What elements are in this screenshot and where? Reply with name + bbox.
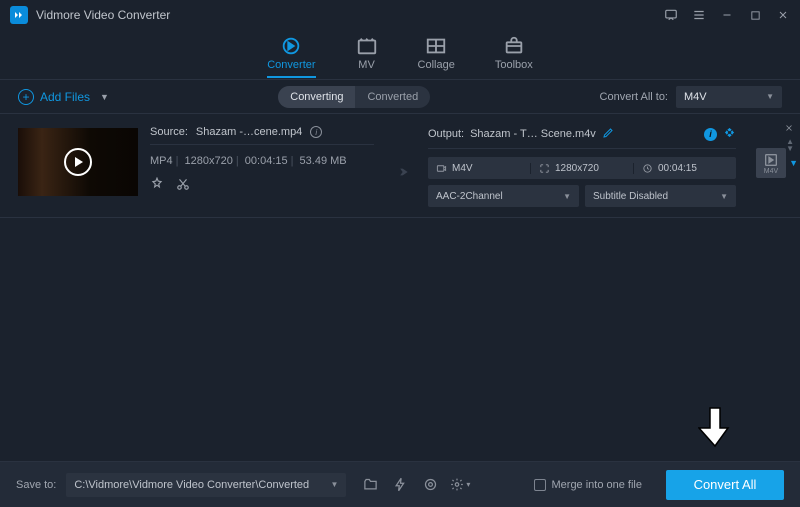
- source-label: Source:: [150, 126, 188, 138]
- tab-label: Collage: [418, 59, 455, 71]
- converter-icon: [280, 35, 302, 57]
- output-selects: AAC-2Channel ▼ Subtitle Disabled ▼: [428, 185, 736, 207]
- toolbox-icon: [503, 35, 525, 57]
- remove-item-icon[interactable]: [784, 122, 794, 136]
- close-icon[interactable]: [776, 8, 790, 22]
- convert-all-to-label: Convert All to:: [600, 91, 668, 103]
- segment-converted[interactable]: Converted: [355, 86, 430, 108]
- convert-all-to-value: M4V: [684, 91, 707, 103]
- window-controls: [664, 8, 790, 22]
- plus-icon: +: [18, 89, 34, 105]
- meta-format: MP4: [150, 155, 173, 167]
- convert-all-button[interactable]: Convert All: [666, 470, 784, 500]
- chevron-down-icon: ▼: [766, 92, 774, 101]
- add-files-button[interactable]: + Add Files ▼: [18, 89, 109, 105]
- source-header: Source: Shazam -…cene.mp4 i: [150, 126, 374, 145]
- mv-icon: [356, 35, 378, 57]
- feedback-icon[interactable]: [664, 8, 678, 22]
- chevron-down-icon: ▼: [720, 192, 728, 201]
- compress-icon[interactable]: [723, 126, 736, 142]
- tab-converter[interactable]: Converter: [267, 35, 315, 75]
- high-speed-icon[interactable]: [420, 475, 440, 495]
- settings-icon[interactable]: ▾: [450, 475, 470, 495]
- arrow-icon: [386, 136, 416, 207]
- expand-icon: [539, 163, 550, 174]
- save-to-label: Save to:: [16, 479, 56, 491]
- tab-mv[interactable]: MV: [356, 35, 378, 75]
- output-column: Output: Shazam - T… Scene.m4v i M4V 1280…: [428, 124, 736, 207]
- toolbar: + Add Files ▼ Converting Converted Conve…: [0, 80, 800, 114]
- source-column: Source: Shazam -…cene.mp4 i MP4| 1280x72…: [150, 124, 374, 207]
- subtitle-select[interactable]: Subtitle Disabled ▼: [585, 185, 736, 207]
- info-icon[interactable]: i: [704, 128, 717, 141]
- output-duration: 00:04:15: [658, 163, 697, 174]
- audio-select-value: AAC-2Channel: [436, 191, 503, 202]
- format-thumb-label: M4V: [764, 168, 778, 175]
- output-resolution: 1280x720: [555, 163, 599, 174]
- save-path-select[interactable]: C:\Vidmore\Vidmore Video Converter\Conve…: [66, 473, 346, 497]
- output-header: Output: Shazam - T… Scene.m4v i: [428, 126, 736, 149]
- bottom-icons: ▾: [360, 475, 470, 495]
- tutorial-arrow-icon: [698, 406, 732, 451]
- main-tabs: Converter MV Collage Toolbox: [0, 30, 800, 80]
- video-thumbnail[interactable]: [18, 128, 138, 196]
- merge-checkbox[interactable]: Merge into one file: [534, 479, 643, 491]
- app-logo: [10, 6, 28, 24]
- convert-all-to: Convert All to: M4V ▼: [600, 86, 782, 108]
- segment-converting[interactable]: Converting: [278, 86, 355, 108]
- chevron-down-icon: ▼: [563, 192, 571, 201]
- tab-label: Converter: [267, 59, 315, 71]
- source-meta: MP4| 1280x720| 00:04:15| 53.49 MB: [150, 155, 374, 167]
- meta-resolution: 1280x720: [185, 155, 233, 167]
- audio-select[interactable]: AAC-2Channel ▼: [428, 185, 579, 207]
- subtitle-select-value: Subtitle Disabled: [593, 191, 668, 202]
- meta-duration: 00:04:15: [245, 155, 288, 167]
- source-filename: Shazam -…cene.mp4: [196, 126, 302, 138]
- clock-icon: [642, 163, 653, 174]
- tab-label: Toolbox: [495, 59, 533, 71]
- title-bar: Vidmore Video Converter: [0, 0, 800, 30]
- tab-collage[interactable]: Collage: [418, 35, 455, 75]
- convert-all-to-select[interactable]: M4V ▼: [676, 86, 782, 108]
- conversion-state-segment: Converting Converted: [278, 86, 430, 108]
- maximize-icon[interactable]: [748, 8, 762, 22]
- reorder-handle[interactable]: ▲▼: [786, 138, 794, 152]
- hw-accel-icon[interactable]: [390, 475, 410, 495]
- effects-icon[interactable]: [150, 177, 164, 194]
- save-path-value: C:\Vidmore\Vidmore Video Converter\Conve…: [74, 479, 309, 491]
- info-icon[interactable]: i: [310, 126, 322, 138]
- cut-icon[interactable]: [176, 177, 190, 194]
- output-filename: Shazam - T… Scene.m4v: [470, 128, 596, 140]
- app-title: Vidmore Video Converter: [36, 8, 664, 22]
- output-specs: M4V 1280x720 00:04:15: [428, 157, 736, 179]
- output-format: M4V: [452, 163, 473, 174]
- output-format-button[interactable]: M4V ▼: [756, 148, 786, 178]
- menu-icon[interactable]: [692, 8, 706, 22]
- open-folder-icon[interactable]: [360, 475, 380, 495]
- output-label: Output:: [428, 128, 464, 140]
- collage-icon: [425, 35, 447, 57]
- bottom-bar: Save to: C:\Vidmore\Vidmore Video Conver…: [0, 461, 800, 507]
- chevron-down-icon[interactable]: ▼: [100, 92, 109, 102]
- add-files-label: Add Files: [40, 90, 90, 104]
- checkbox-icon: [534, 479, 546, 491]
- minimize-icon[interactable]: [720, 8, 734, 22]
- merge-label: Merge into one file: [552, 479, 643, 491]
- file-item: Source: Shazam -…cene.mp4 i MP4| 1280x72…: [0, 114, 800, 218]
- meta-size: 53.49 MB: [300, 155, 347, 167]
- tab-toolbox[interactable]: Toolbox: [495, 35, 533, 75]
- tab-label: MV: [358, 59, 375, 71]
- edit-icon[interactable]: [602, 127, 614, 142]
- play-icon: [64, 148, 92, 176]
- source-tools: [150, 177, 374, 194]
- chevron-down-icon: ▼: [330, 480, 338, 489]
- video-icon: [436, 163, 447, 174]
- chevron-down-icon[interactable]: ▼: [789, 158, 798, 168]
